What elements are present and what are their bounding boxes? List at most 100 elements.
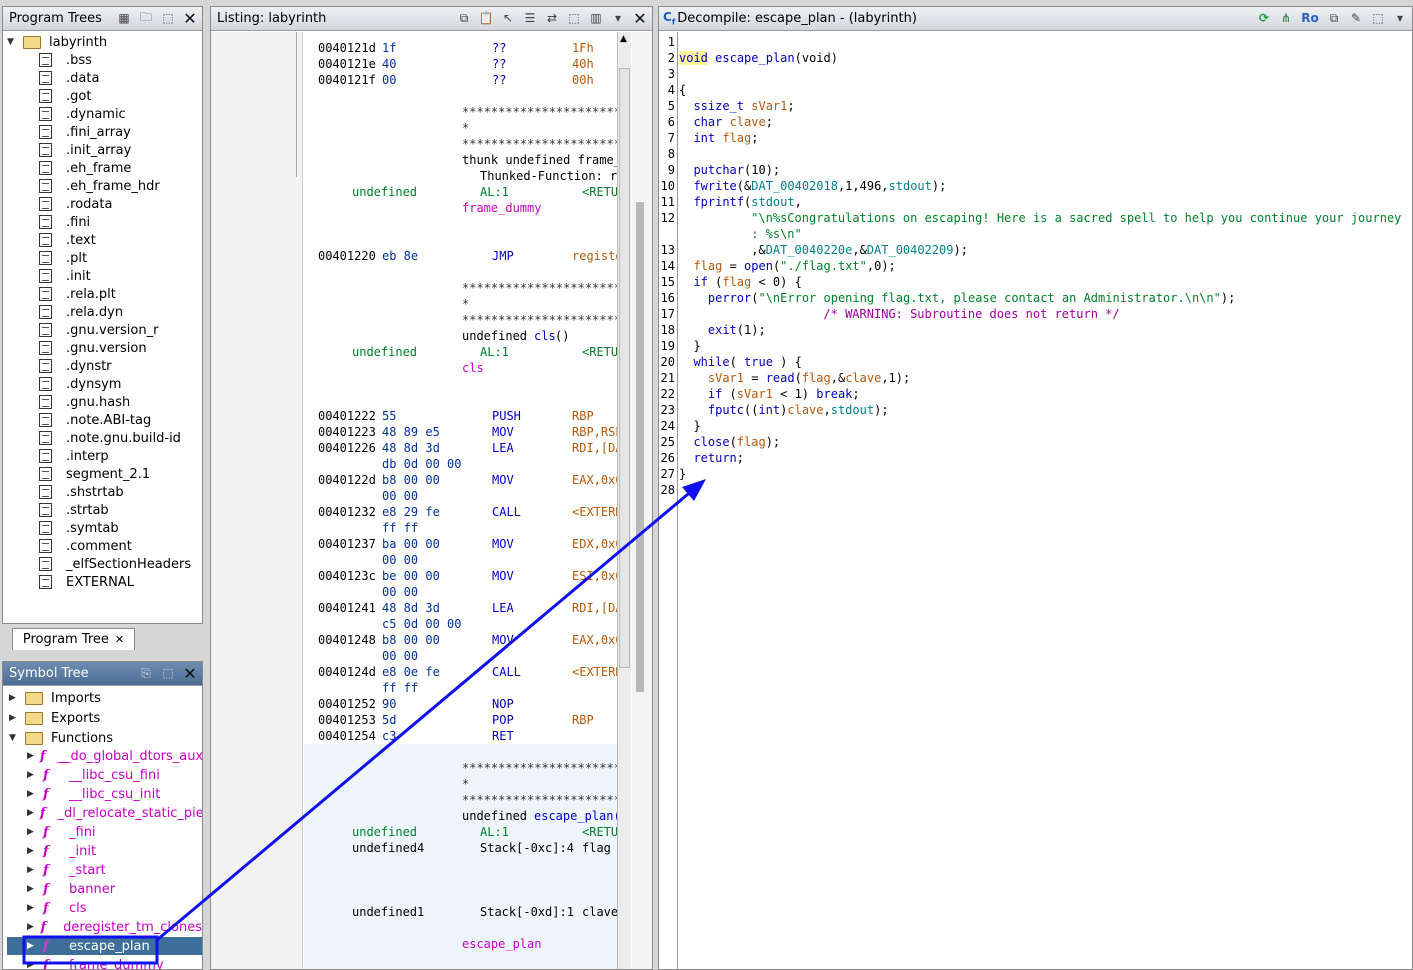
tree-item-section[interactable]: .interp [39,447,109,465]
function-item[interactable]: ▶ f _dl_relocate_static_pie [7,804,202,822]
tree-item-section[interactable]: .eh_frame_hdr [39,177,160,195]
tree-item-section[interactable]: .shstrtab [39,483,124,501]
tree-item-section[interactable]: .dynsym [39,375,121,393]
tree-item-section[interactable]: .gnu.version [39,339,147,357]
refresh-icon[interactable]: ⟳ [1256,10,1272,26]
code-line[interactable]: fputc((int)clave,stdout); [708,402,889,418]
code-line[interactable]: while( true ) { [693,354,801,370]
chevron-down-icon[interactable]: ▾ [610,10,626,26]
code-line[interactable]: char clave; [693,114,773,130]
code-line[interactable]: perror("\nError opening flag.txt, please… [708,290,1235,306]
copy-icon[interactable]: ⧉ [1326,10,1342,26]
function-item[interactable]: ▶ f __libc_csu_init [7,785,202,803]
edit-icon[interactable]: ✎ [1348,10,1364,26]
tree-item-section[interactable]: .data [39,69,99,87]
tree-item-section[interactable]: .got [39,87,91,105]
expand-triangle-icon[interactable]: ▶ [27,960,37,969]
tree-item-section[interactable]: .note.gnu.build-id [39,429,181,447]
function-item[interactable]: ▶ f _fini [7,823,202,841]
graph-icon[interactable]: ⋔ [1278,10,1294,26]
code-line[interactable]: exit(1); [708,322,766,338]
expand-triangle-icon[interactable]: ▶ [27,808,34,818]
code-line[interactable]: /* WARNING: Subroutine does not return *… [823,306,1119,322]
expand-triangle-icon[interactable]: ▶ [27,941,37,951]
tree-item-section[interactable]: EXTERNAL [39,573,134,591]
close-icon[interactable]: ✕ [632,9,648,28]
function-item[interactable]: ▶ f __libc_csu_fini [7,766,202,784]
function-item[interactable]: ▶ f escape_plan [7,937,202,955]
tree-item-section[interactable]: .init_array [39,141,131,159]
tree-item-section[interactable]: .eh_frame [39,159,131,177]
tree-item-section[interactable]: segment_2.1 [39,465,150,483]
new-view-icon[interactable]: ▦ [116,10,132,26]
code-line[interactable]: flag = open("./flag.txt",0); [693,258,895,274]
tree-item-section[interactable]: .init [39,267,91,285]
code-line[interactable]: void escape_plan(void) [679,50,838,66]
code-line[interactable]: } [693,418,700,434]
snapshot-icon[interactable]: ⬚ [160,10,176,26]
snapshot-icon[interactable]: ⬚ [566,10,582,26]
tab-program-tree[interactable]: Program Tree ✕ [12,628,135,650]
code-line[interactable]: { [679,82,686,98]
code-line[interactable]: if (sVar1 < 1) break; [708,386,860,402]
layout-dropdown-icon[interactable]: ▥ [588,10,604,26]
expand-triangle-icon[interactable]: ▶ [27,903,37,913]
expand-triangle-icon[interactable]: ▶ [27,846,37,856]
code-line[interactable]: ,&DAT_0040220e,&DAT_00402209); [751,242,968,258]
diff-icon[interactable]: ⇄ [544,10,560,26]
expand-triangle-icon[interactable]: ▶ [9,713,19,723]
function-item[interactable]: ▶ f banner [7,880,202,898]
open-folder-icon[interactable]: 🗀 [138,10,154,26]
readonly-ro-icon[interactable]: Ro [1300,10,1320,26]
function-item[interactable]: ▶ f frame_dummy [7,956,202,970]
tree-item-section[interactable]: .strtab [39,501,109,519]
collapse-triangle-icon[interactable]: ▼ [7,37,17,47]
code-line[interactable]: "\n%sCongratulations on escaping! Here i… [751,210,1401,226]
snapshot-icon[interactable]: ⬚ [160,665,176,681]
tree-item-section[interactable]: .plt [39,249,87,267]
expand-triangle-icon[interactable]: ▶ [9,693,19,703]
code-line[interactable]: int flag; [693,130,758,146]
tree-item-section[interactable]: .symtab [39,519,119,537]
symbol-folder-exports[interactable]: ▶ Exports [9,709,100,727]
expand-triangle-icon[interactable]: ▶ [27,789,37,799]
collapse-triangle-icon[interactable]: ▼ [9,733,19,743]
code-line[interactable]: fwrite(&DAT_00402018,1,496,stdout); [693,178,946,194]
close-tab-icon[interactable]: ✕ [115,633,124,646]
code-line[interactable]: ssize_t sVar1; [693,98,794,114]
tree-item-section[interactable]: .note.ABI-tag [39,411,151,429]
tree-item-section[interactable]: .rela.plt [39,285,116,303]
code-line[interactable]: : %s\n" [751,226,802,242]
field-edit-icon[interactable]: ☰ [522,10,538,26]
tree-root-labyrinth[interactable]: ▼ labyrinth [7,33,107,51]
tree-item-section[interactable]: .fini_array [39,123,131,141]
copy-icon[interactable]: ⧉ [456,10,472,26]
code-line[interactable]: fprintf(stdout, [693,194,801,210]
scrollbar-thumb[interactable] [619,68,630,668]
code-line[interactable]: putchar(10); [693,162,780,178]
paste-icon[interactable]: 📋 [478,10,494,26]
code-line[interactable]: sVar1 = read(flag,&clave,1); [708,370,910,386]
tree-item-section[interactable]: .gnu.version_r [39,321,158,339]
expand-triangle-icon[interactable]: ▶ [27,884,37,894]
function-item[interactable]: ▶ f deregister_tm_clones [7,918,202,936]
expand-triangle-icon[interactable]: ▶ [27,827,37,837]
tree-item-section[interactable]: .comment [39,537,132,555]
function-item[interactable]: ▶ f _start [7,861,202,879]
tree-item-section[interactable]: _elfSectionHeaders [39,555,191,573]
expand-triangle-icon[interactable]: ▶ [27,922,35,932]
tree-item-section[interactable]: .bss [39,51,92,69]
scroll-up-arrow-icon[interactable]: ▲ [620,34,627,44]
tree-item-section[interactable]: .gnu.hash [39,393,130,411]
listing-scrollbar[interactable]: ▲ [617,32,631,969]
decompile-code[interactable]: 1 2 3 4 5 6 7 8 9 10 11 12 13 14 15 16 17 18 19 20 21 22 23 24 2… [659,32,1412,969]
cursor-icon[interactable]: ↖ [500,10,516,26]
tree-item-section[interactable]: .text [39,231,96,249]
tree-item-section[interactable]: .fini [39,213,90,231]
tree-item-section[interactable]: .rodata [39,195,112,213]
code-line[interactable]: if (flag < 0) { [693,274,801,290]
expand-triangle-icon[interactable]: ▶ [27,770,37,780]
tree-item-section[interactable]: .rela.dyn [39,303,123,321]
expand-triangle-icon[interactable]: ▶ [27,865,37,875]
code-line[interactable]: close(flag); [693,434,780,450]
